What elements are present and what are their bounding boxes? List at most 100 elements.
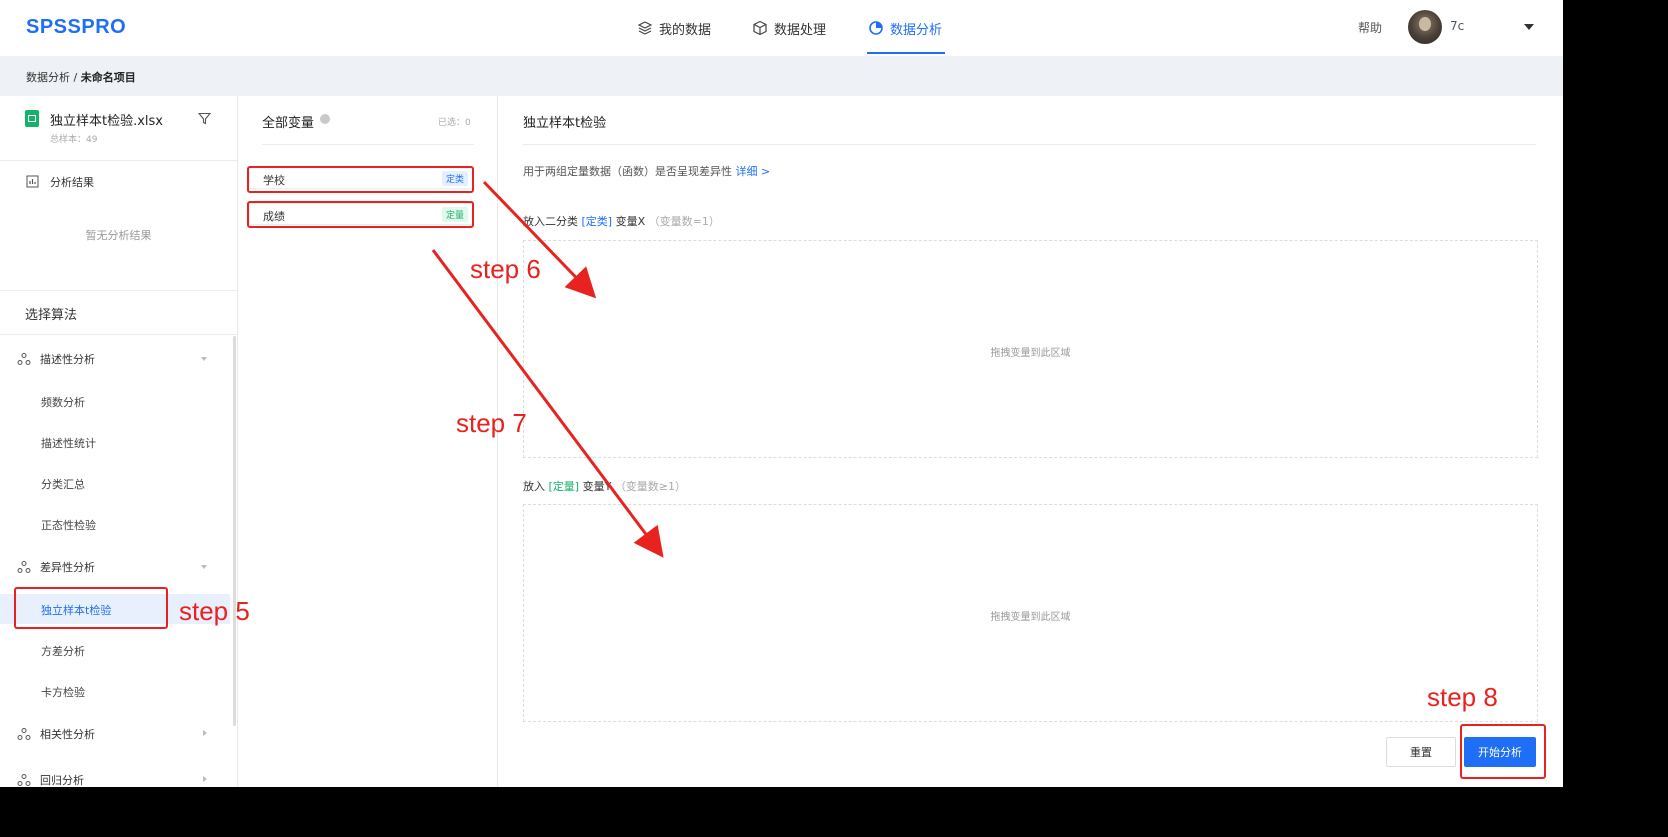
algo-item-chi-square[interactable]: 卡方检验 [0, 676, 230, 706]
algo-item-label: 分类汇总 [41, 478, 85, 491]
algo-item-anova[interactable]: 方差分析 [0, 635, 230, 665]
zone-label-type: [定类] [581, 215, 613, 228]
breadcrumb-bar: 数据分析 / 未命名项目 [0, 56, 1563, 96]
panel-title: 独立样本t检验 [523, 116, 607, 131]
all-variables-title: 全部变量 [262, 116, 315, 131]
divider [0, 334, 237, 335]
annotation-step7-label: step 7 [456, 408, 527, 438]
algo-item-label: 方差分析 [41, 645, 85, 658]
drop-zone-placeholder: 拖拽变量到此区域 [990, 612, 1071, 623]
nav-data-analysis[interactable]: 数据分析 [868, 17, 942, 39]
algo-item-descriptive-stats[interactable]: 描述性统计 [0, 427, 230, 457]
divider [262, 144, 474, 145]
logo: SPSSPRO [26, 16, 127, 38]
drop-zone-x[interactable]: 拖拽变量到此区域 [523, 240, 1538, 458]
results-title[interactable]: 分析结果 [50, 174, 94, 190]
algo-item-label: 卡方检验 [41, 686, 85, 699]
algo-group-regression[interactable]: 回归分析 [0, 766, 230, 787]
spreadsheet-icon [25, 110, 39, 127]
detail-link[interactable]: 详细 > [736, 165, 771, 178]
analysis-group-icon [17, 774, 31, 786]
layers-icon [637, 21, 653, 35]
zone-label-prefix: 放入 [523, 480, 549, 493]
divider [523, 144, 1536, 145]
app-window: SPSSPRO 我的数据 数据处理 数据分析 帮助 7c 数据分析 / 未命名项… [0, 0, 1563, 787]
divider [0, 290, 237, 291]
analysis-group-icon [17, 561, 31, 573]
zone-y-label: 放入 [定量] 变量Y （变量数≥1） [523, 478, 686, 494]
variable-name: 成绩 [263, 210, 285, 223]
drop-zone-placeholder: 拖拽变量到此区域 [990, 348, 1071, 359]
algo-group-label: 回归分析 [40, 774, 84, 787]
results-empty-text: 暂无分析结果 [85, 229, 152, 242]
algo-group-difference[interactable]: 差异性分析 [0, 553, 230, 581]
chevron-right-icon [203, 730, 207, 736]
variable-type-tag: 定量 [441, 207, 468, 222]
variable-name: 学校 [263, 174, 285, 187]
variable-type-tag: 定类 [441, 171, 468, 186]
file-name[interactable]: 独立样本t检验.xlsx [50, 110, 163, 129]
reset-button[interactable]: 重置 [1386, 737, 1456, 767]
algo-group-correlation[interactable]: 相关性分析 [0, 720, 230, 748]
algo-item-label: 描述性统计 [41, 437, 96, 450]
zone-label-suffix: 变量X [612, 215, 649, 228]
pie-chart-icon [869, 21, 883, 35]
nav-active-indicator [867, 52, 945, 54]
algo-item-group-summary[interactable]: 分类汇总 [0, 468, 230, 498]
algo-group-label: 描述性分析 [40, 353, 95, 366]
drop-zone-y[interactable]: 拖拽变量到此区域 [523, 504, 1538, 722]
zone-x-label: 放入二分类 [定类] 变量X （变量数=1） [523, 213, 720, 229]
variable-list-panel: 全部变量 已选：0 学校 定类 成绩 定量 [238, 96, 498, 787]
divider [0, 160, 237, 161]
cube-icon [753, 20, 767, 36]
description-text: 用于两组定量数据（函数）是否呈现差异性 [523, 165, 732, 178]
help-link[interactable]: 帮助 [1358, 19, 1382, 36]
bar-chart-icon [26, 175, 39, 188]
nav-data-analysis-label: 数据分析 [890, 22, 943, 38]
top-header: SPSSPRO 我的数据 数据处理 数据分析 帮助 7c [0, 0, 1563, 56]
chevron-down-icon [201, 357, 207, 361]
username[interactable]: 7c [1450, 19, 1464, 33]
selected-count: 已选：0 [438, 118, 471, 128]
algo-item-label: 正态性检验 [41, 519, 96, 532]
sidebar-scrollbar[interactable] [233, 336, 236, 726]
algo-item-label: 独立样本t检验 [41, 604, 112, 617]
nav-my-data-label: 我的数据 [659, 22, 712, 38]
variable-item-school[interactable]: 学校 定类 [249, 167, 473, 189]
chevron-right-icon [203, 776, 207, 782]
info-icon[interactable] [320, 114, 330, 124]
analysis-group-icon [17, 728, 31, 740]
breadcrumb-separator: / [70, 71, 81, 84]
zone-label-prefix: 放入二分类 [523, 215, 582, 228]
algo-group-label: 相关性分析 [40, 728, 95, 741]
avatar[interactable] [1408, 10, 1442, 44]
annotation-step8-label: step 8 [1427, 682, 1498, 712]
method-description: 用于两组定量数据（函数）是否呈现差异性 详细 > [523, 163, 770, 179]
zone-label-suffix: 变量Y [579, 480, 615, 493]
algo-group-label: 差异性分析 [40, 561, 95, 574]
breadcrumb-root[interactable]: 数据分析 [26, 71, 70, 84]
annotation-step6-label: step 6 [470, 254, 541, 284]
user-menu-caret-icon[interactable] [1524, 24, 1534, 30]
variable-item-score[interactable]: 成绩 定量 [249, 203, 473, 225]
zone-label-hint: （变量数≥1） [614, 480, 687, 493]
sample-count: 总样本：49 [50, 135, 98, 145]
zone-label-type: [定量] [548, 480, 580, 493]
chevron-down-icon [201, 565, 207, 569]
zone-label-hint: （变量数=1） [648, 215, 720, 228]
annotation-step5-label: step 5 [179, 596, 250, 626]
algo-item-normality-test[interactable]: 正态性检验 [0, 509, 230, 539]
nav-my-data[interactable]: 我的数据 [637, 17, 711, 39]
algo-item-frequency[interactable]: 频数分析 [0, 386, 230, 416]
left-sidebar: 独立样本t检验.xlsx 总样本：49 分析结果 暂无分析结果 选择算法 描述性… [0, 96, 238, 787]
breadcrumb: 数据分析 / 未命名项目 [26, 69, 136, 85]
breadcrumb-current: 未命名项目 [80, 71, 136, 84]
algo-group-descriptive[interactable]: 描述性分析 [0, 345, 230, 373]
algo-item-label: 频数分析 [41, 396, 85, 409]
algorithm-title: 选择算法 [25, 308, 78, 323]
nav-data-processing[interactable]: 数据处理 [752, 17, 826, 39]
analysis-group-icon [17, 353, 31, 365]
start-analysis-button[interactable]: 开始分析 [1464, 737, 1536, 767]
filter-icon[interactable] [198, 112, 211, 125]
nav-data-processing-label: 数据处理 [774, 22, 827, 38]
